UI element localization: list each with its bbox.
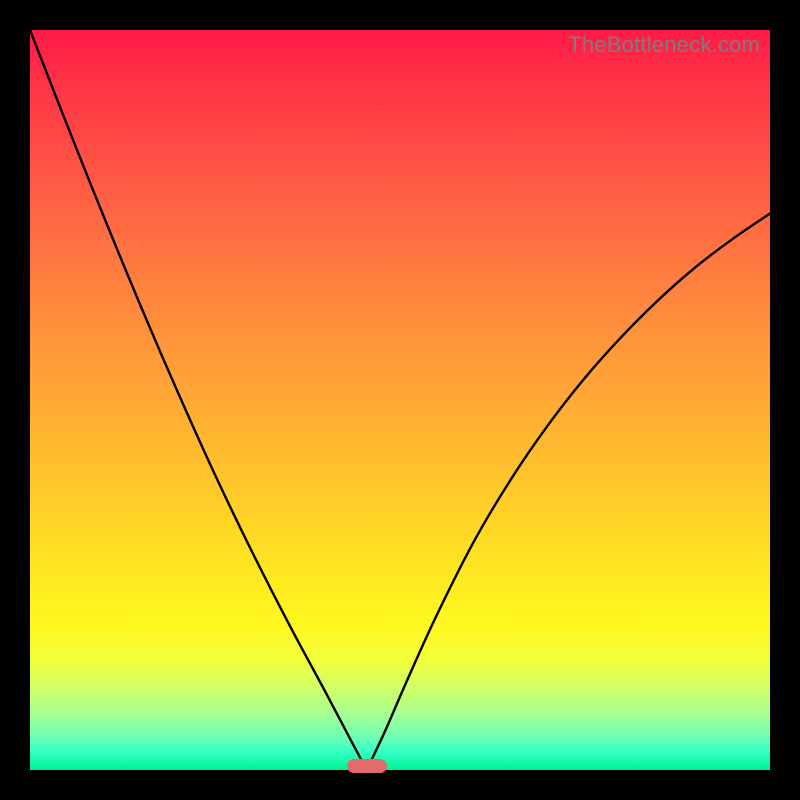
- chart-frame: TheBottleneck.com: [0, 0, 800, 800]
- curve-left-branch: [30, 30, 367, 770]
- minimum-marker: [347, 759, 387, 773]
- curve-right-branch: [367, 214, 770, 770]
- plot-area: TheBottleneck.com: [30, 30, 770, 770]
- bottleneck-curve: [30, 30, 770, 770]
